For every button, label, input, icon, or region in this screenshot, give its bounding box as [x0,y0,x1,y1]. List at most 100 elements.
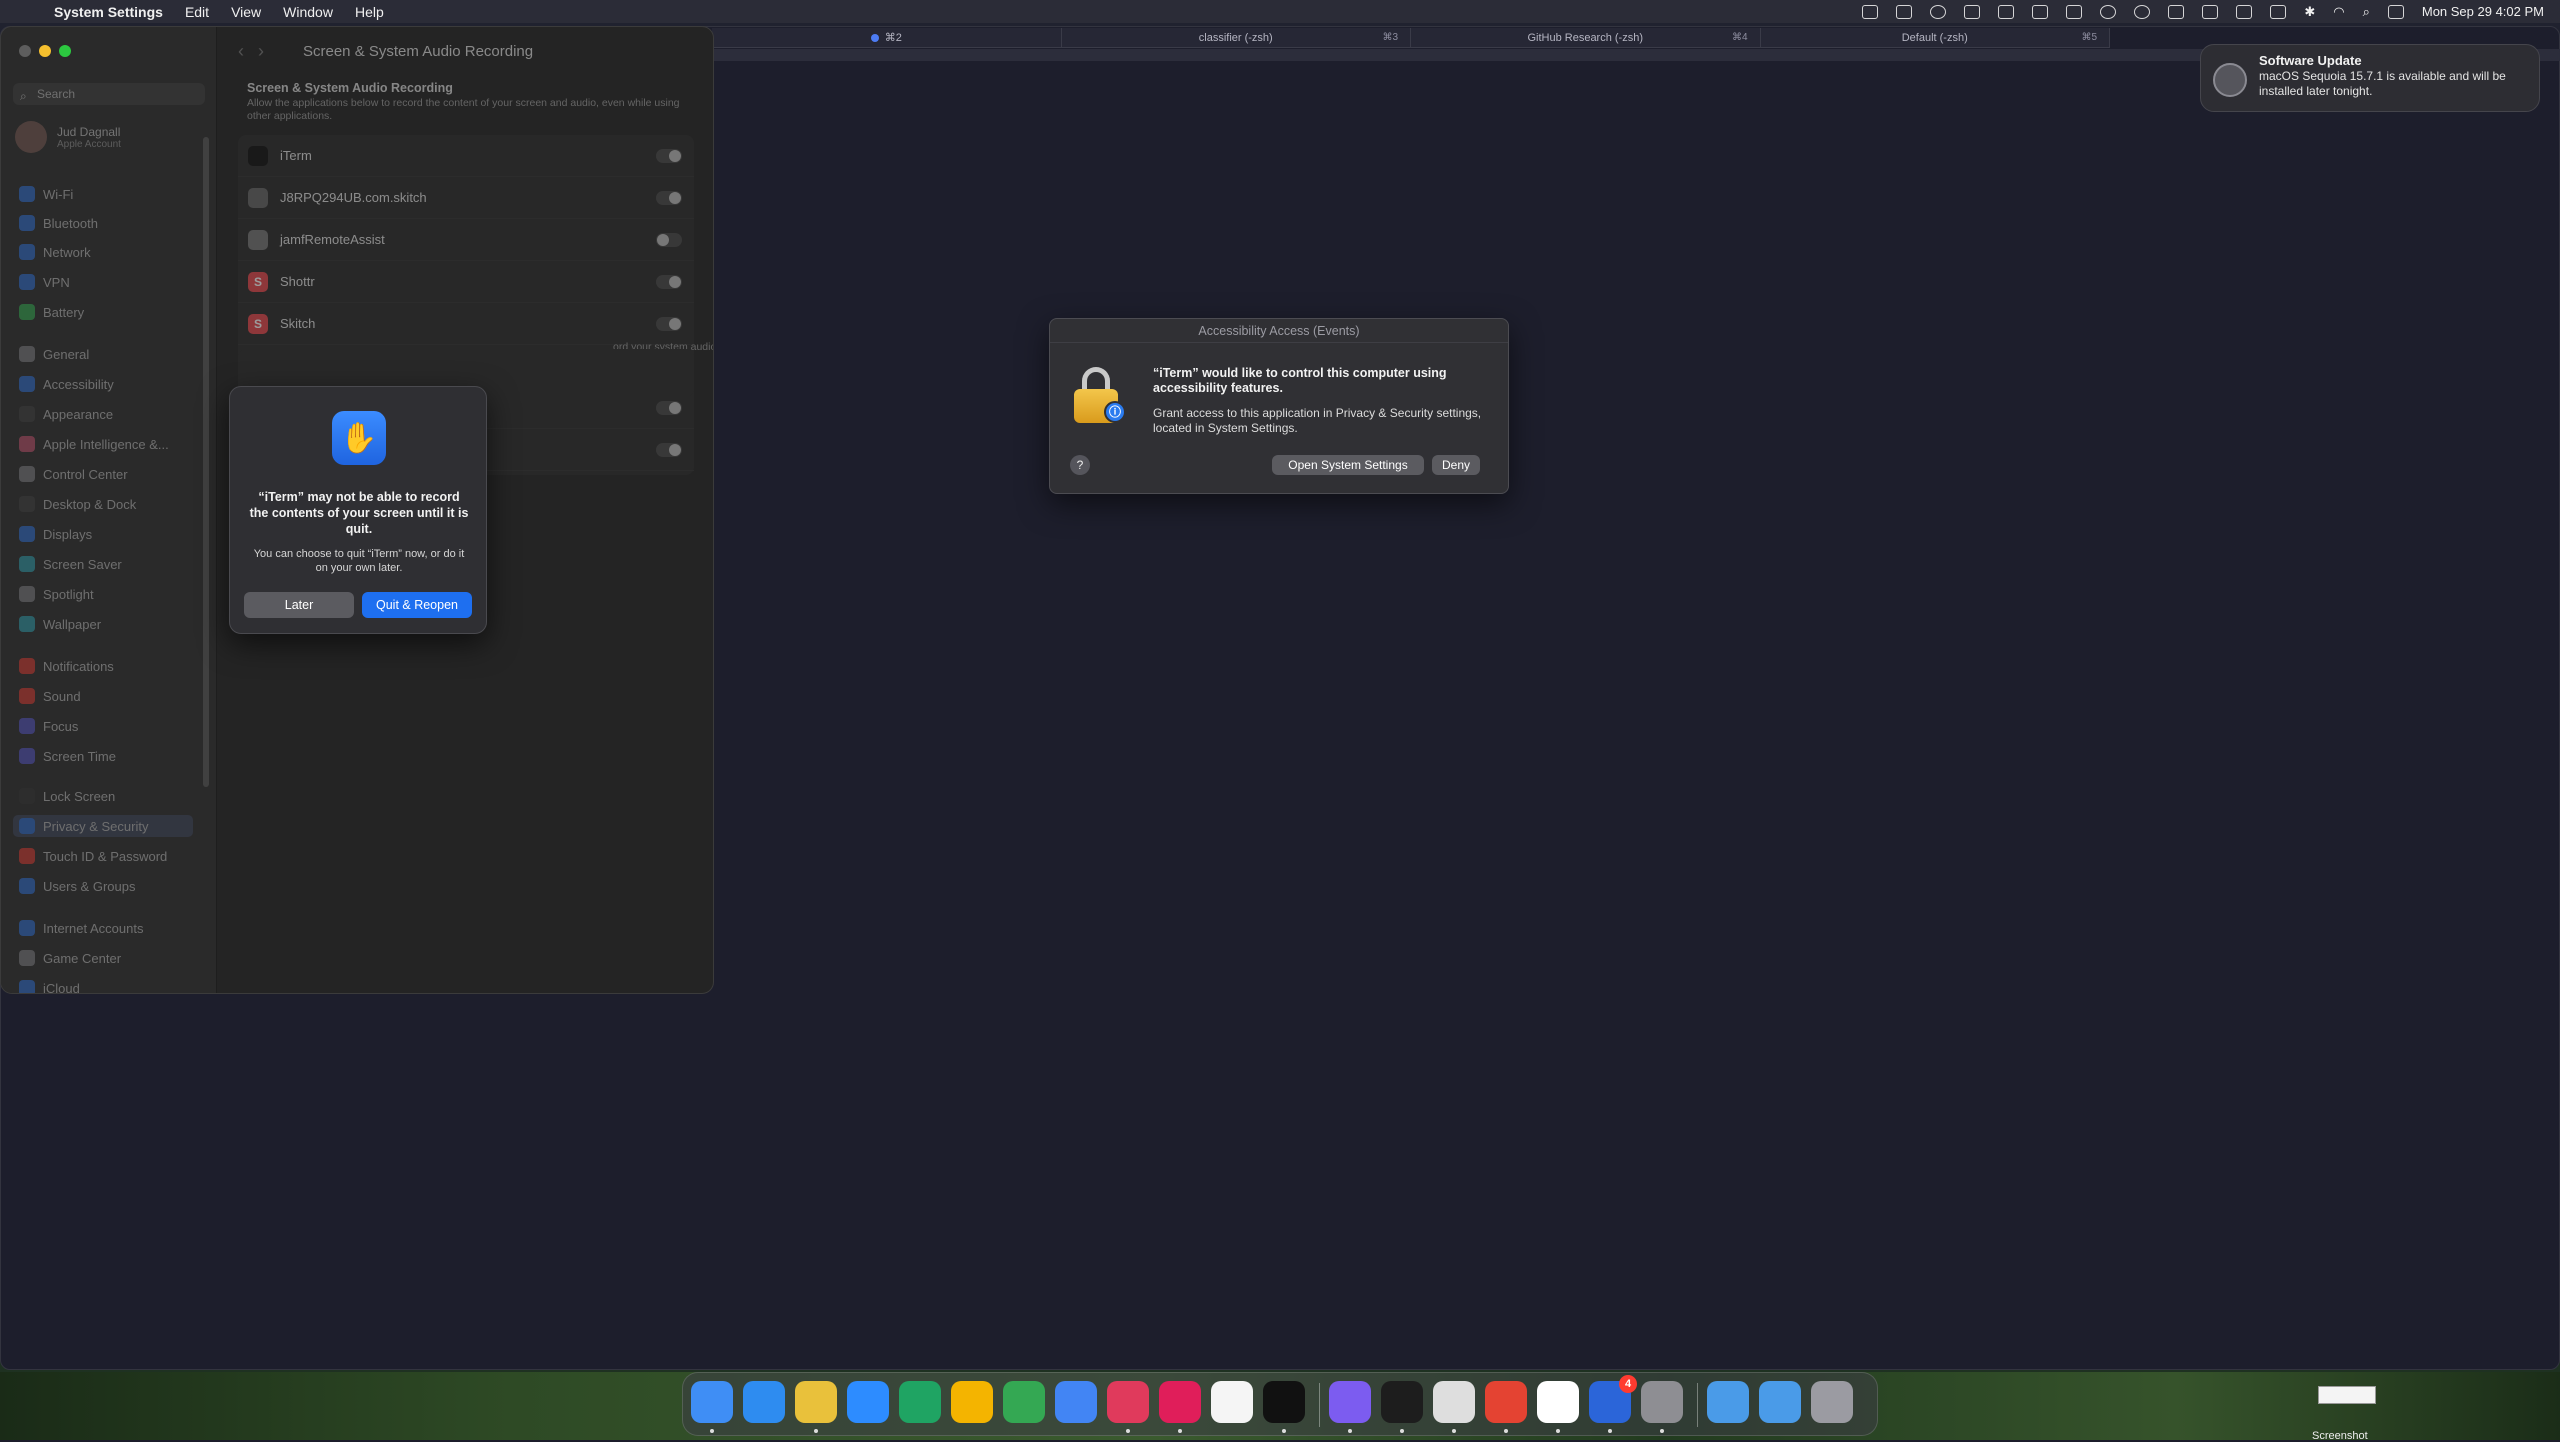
sidebar-item[interactable]: VPN [13,271,193,293]
skype-icon[interactable] [1862,4,1879,19]
screen-share-icon[interactable] [1964,4,1981,19]
sidebar-item[interactable]: Internet Accounts [13,917,193,939]
sidebar-item[interactable]: Sound [13,685,193,707]
clipboard-icon[interactable] [1896,4,1913,19]
sidebar-item[interactable]: Battery [13,301,193,323]
sidebar-item[interactable]: Privacy & Security [13,815,193,837]
menu-edit[interactable]: Edit [185,4,209,20]
dock-icon[interactable] [1003,1381,1045,1423]
sidebar-item[interactable]: Displays [13,523,193,545]
note-icon[interactable] [2066,4,2083,19]
dock-icon[interactable] [899,1381,941,1423]
dock-icon[interactable] [1537,1381,1579,1423]
dock-icon[interactable] [1485,1381,1527,1423]
sidebar-item[interactable]: Network [13,241,193,263]
accessibility-badge-icon: ⓘ [1104,401,1126,423]
accessibility-access-dialog: Accessibility Access (Events) ⓘ “iTerm” … [1049,318,1509,494]
sidebar-item[interactable]: Screen Time [13,745,193,767]
software-update-notification[interactable]: Software Update macOS Sequoia 15.7.1 is … [2200,44,2540,112]
sidebar-item[interactable]: iCloud [13,977,193,993]
sidebar-item[interactable]: Game Center [13,947,193,969]
keyboard-icon[interactable] [2202,4,2219,19]
sidebar-item[interactable]: Desktop & Dock [13,493,193,515]
close-button[interactable] [19,45,31,57]
dock-icon[interactable] [951,1381,993,1423]
vpn-icon[interactable] [2100,4,2117,19]
wifi-icon[interactable]: ◠ [2333,4,2344,20]
menu-window[interactable]: Window [283,4,333,20]
dock-icon[interactable] [1211,1381,1253,1423]
menu-view[interactable]: View [231,4,261,20]
minimize-button[interactable] [39,45,51,57]
terminal-tab-2[interactable]: ⌘2 [712,28,1062,47]
bluetooth-icon[interactable]: ✱ [2304,4,2315,20]
terminal-tab-4[interactable]: GitHub Research (-zsh) ⌘4 [1411,28,1761,47]
dock-icon[interactable] [691,1381,733,1423]
arrows-icon[interactable] [2236,4,2253,19]
sidebar-item[interactable]: General [13,343,193,365]
sidebar-item[interactable]: Control Center [13,463,193,485]
sidebar-item[interactable]: Focus [13,715,193,737]
flag-icon[interactable] [1998,4,2015,19]
screenshot-thumbnail[interactable] [2318,1386,2376,1404]
dock-icon[interactable] [795,1381,837,1423]
dock-icon[interactable] [847,1381,889,1423]
spotlight-search-icon[interactable]: ⌕ [2363,4,2370,20]
running-indicator [1608,1429,1612,1433]
sidebar-item[interactable]: Screen Saver [13,553,193,575]
dock-icon[interactable] [1263,1381,1305,1423]
quit-reopen-button[interactable]: Quit & Reopen [362,592,472,618]
stamp-icon[interactable] [2032,4,2049,19]
dock-icon[interactable] [1759,1381,1801,1423]
dock-icon[interactable] [1641,1381,1683,1423]
open-system-settings-button[interactable]: Open System Settings [1272,455,1424,475]
dock-icon[interactable] [1159,1381,1201,1423]
permission-toggle[interactable] [656,275,682,289]
sidebar-item[interactable]: Wallpaper [13,613,193,635]
terminal-tab-3[interactable]: classifier (-zsh) ⌘3 [1062,28,1411,47]
permission-toggle[interactable] [656,233,682,247]
zoom-button[interactable] [59,45,71,57]
sidebar-scrollbar[interactable] [203,137,209,787]
dock-icon[interactable] [1107,1381,1149,1423]
permission-toggle[interactable] [656,191,682,205]
permission-toggle[interactable] [656,401,682,415]
permission-toggle[interactable] [656,443,682,457]
control-center-icon[interactable] [2387,4,2404,19]
dock-icon[interactable] [1433,1381,1475,1423]
sidebar-item[interactable]: Touch ID & Password [13,845,193,867]
sidebar-item[interactable]: Bluetooth [13,212,193,234]
back-forward-icon[interactable]: ‹› [238,41,278,62]
sidebar-item-icon [19,304,35,320]
dock-icon[interactable] [1055,1381,1097,1423]
sidebar-search-input[interactable]: ⌕ Search [13,83,205,105]
section-description: Allow the applications below to record t… [247,97,680,122]
check-circle-icon[interactable] [1930,4,1947,19]
dock-icon[interactable] [1707,1381,1749,1423]
sidebar-item[interactable]: Lock Screen [13,785,193,807]
permission-toggle[interactable] [656,317,682,331]
dock-icon[interactable] [743,1381,785,1423]
dock-icon[interactable] [1811,1381,1853,1423]
later-button[interactable]: Later [244,592,354,618]
user-account[interactable]: Jud Dagnall Apple Account [15,121,121,153]
menu-help[interactable]: Help [355,4,384,20]
menu-app-name[interactable]: System Settings [54,4,163,20]
sidebar-item[interactable]: Appearance [13,403,193,425]
permission-toggle[interactable] [656,149,682,163]
globe-icon[interactable] [2134,4,2151,19]
dock-icon[interactable] [1329,1381,1371,1423]
font-icon[interactable] [2168,4,2185,19]
dock-icon[interactable] [1381,1381,1423,1423]
sidebar-item[interactable]: Wi-Fi [13,183,193,205]
sidebar-item[interactable]: Notifications [13,655,193,677]
terminal-tab-5[interactable]: Default (-zsh) ⌘5 [1761,28,2110,47]
battery-icon[interactable] [2270,4,2287,19]
sidebar-item[interactable]: Spotlight [13,583,193,605]
sidebar-item[interactable]: Accessibility [13,373,193,395]
help-button[interactable]: ? [1070,455,1090,475]
menu-clock[interactable]: Mon Sep 29 4:02 PM [2422,4,2544,19]
sidebar-item[interactable]: Users & Groups [13,875,193,897]
sidebar-item[interactable]: Apple Intelligence &... [13,433,193,455]
deny-button[interactable]: Deny [1432,455,1480,475]
